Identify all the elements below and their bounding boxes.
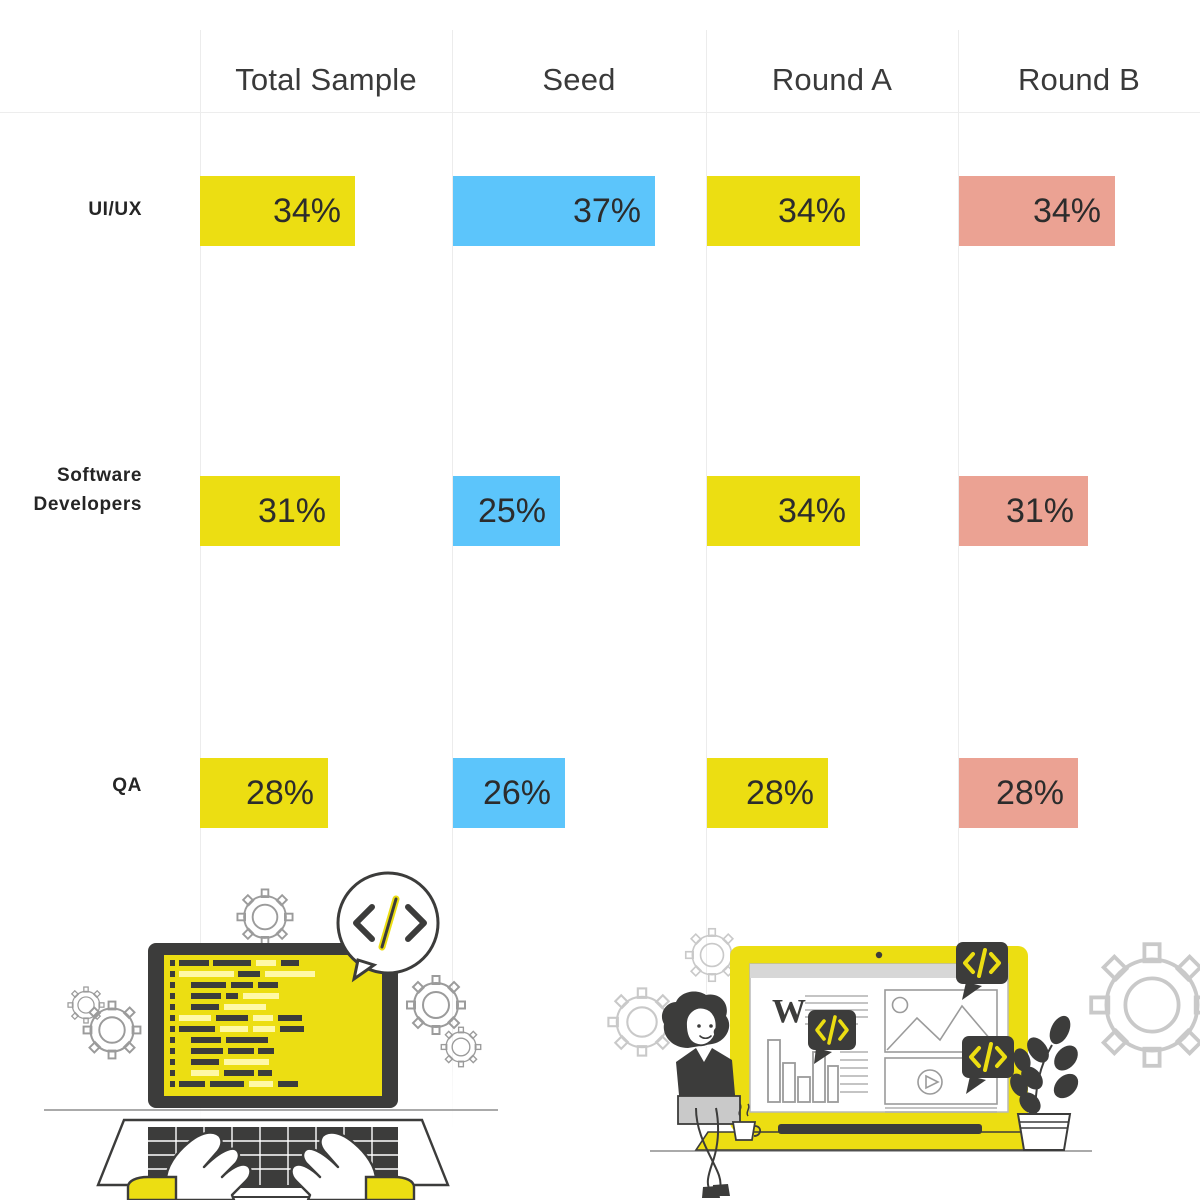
column-header-label: Total Sample: [235, 62, 417, 97]
bar-value-label: 25%: [477, 492, 546, 530]
row-label-software-developers: Software Developers: [0, 462, 142, 519]
chart-container: Total Sample Seed Round A Round B UI/UX …: [0, 0, 1200, 1200]
column-header-total-sample: Total Sample: [200, 62, 452, 98]
row-label-line-1: QA: [112, 775, 142, 796]
column-header-round-b: Round B: [958, 62, 1200, 98]
letter-w-logo: W: [772, 993, 806, 1030]
bar-value-label: 28%: [245, 774, 314, 812]
bar-value-label: 37%: [572, 192, 641, 230]
bar-value-label: 34%: [777, 192, 846, 230]
coding-laptop-hands-illustration: [44, 871, 498, 1200]
header-divider-line: [0, 112, 1200, 113]
bar-value-label: 34%: [1032, 192, 1101, 230]
bar-software-developers-seed: 25%: [453, 476, 560, 546]
column-header-round-a: Round A: [706, 62, 958, 98]
bar-value-label: 34%: [272, 192, 341, 230]
gear-icon: [406, 975, 466, 1035]
column-header-label: Round A: [771, 62, 893, 97]
bar-uiux-round-a: 34%: [707, 176, 860, 246]
row-label-uiux: UI/UX: [0, 196, 142, 225]
row-label-line-1: Software: [56, 465, 142, 486]
gear-icon: [236, 888, 294, 946]
column-header-seed: Seed: [452, 62, 706, 98]
gear-icon: [440, 1026, 482, 1068]
shoe: [702, 1186, 720, 1198]
gear-icon: [1089, 942, 1200, 1068]
row-label-line-2: Developers: [33, 493, 142, 515]
bar-value-label: 28%: [745, 774, 814, 812]
column-header-label: Seed: [542, 62, 616, 97]
bar-uiux-seed: 37%: [453, 176, 655, 246]
bar-uiux-total-sample: 34%: [200, 176, 355, 246]
bar-qa-total-sample: 28%: [200, 758, 328, 828]
bar-value-label: 34%: [777, 492, 846, 530]
bar-software-developers-total-sample: 31%: [200, 476, 340, 546]
bar-qa-round-b: 28%: [959, 758, 1078, 828]
gear-icon: [67, 986, 105, 1024]
row-label-qa: QA: [0, 772, 142, 801]
woman-web-development-laptop-illustration: W: [607, 927, 1200, 1198]
bar-qa-seed: 26%: [453, 758, 565, 828]
bar-qa-round-a: 28%: [707, 758, 828, 828]
row-label-line-1: UI/UX: [88, 199, 142, 220]
bar-uiux-round-b: 34%: [959, 176, 1115, 246]
column-header-label: Round B: [1017, 62, 1141, 97]
bar-software-developers-round-a: 34%: [707, 476, 860, 546]
gear-icon: [82, 1000, 142, 1060]
bar-value-label: 31%: [1005, 492, 1074, 530]
bar-software-developers-round-b: 31%: [959, 476, 1088, 546]
bar-value-label: 31%: [257, 492, 326, 530]
bar-value-label: 28%: [995, 774, 1064, 812]
bar-value-label: 26%: [482, 774, 551, 812]
